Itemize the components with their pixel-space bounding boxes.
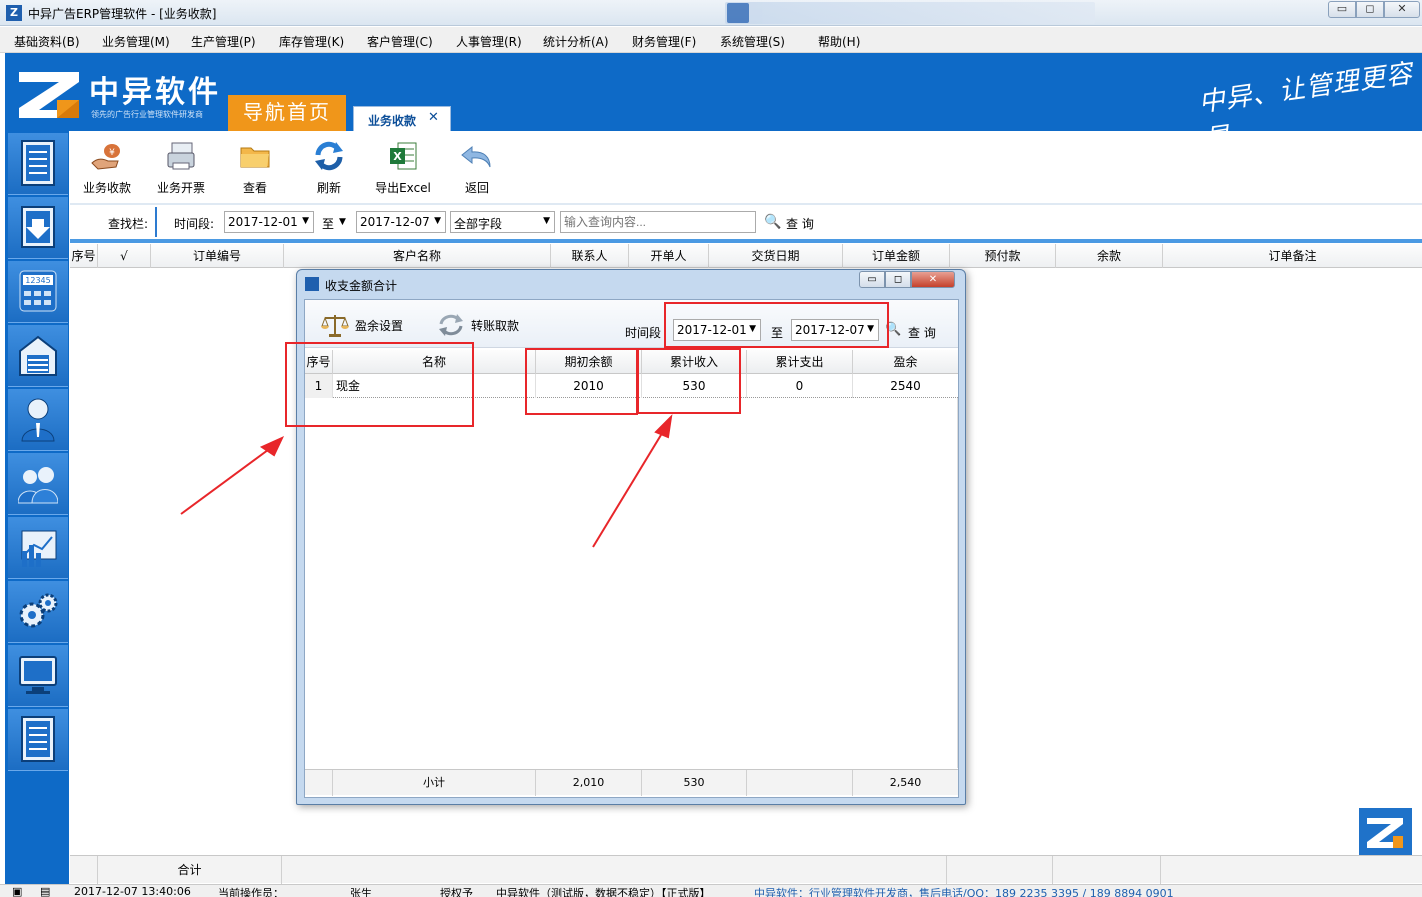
annotation-arrows <box>180 414 673 548</box>
